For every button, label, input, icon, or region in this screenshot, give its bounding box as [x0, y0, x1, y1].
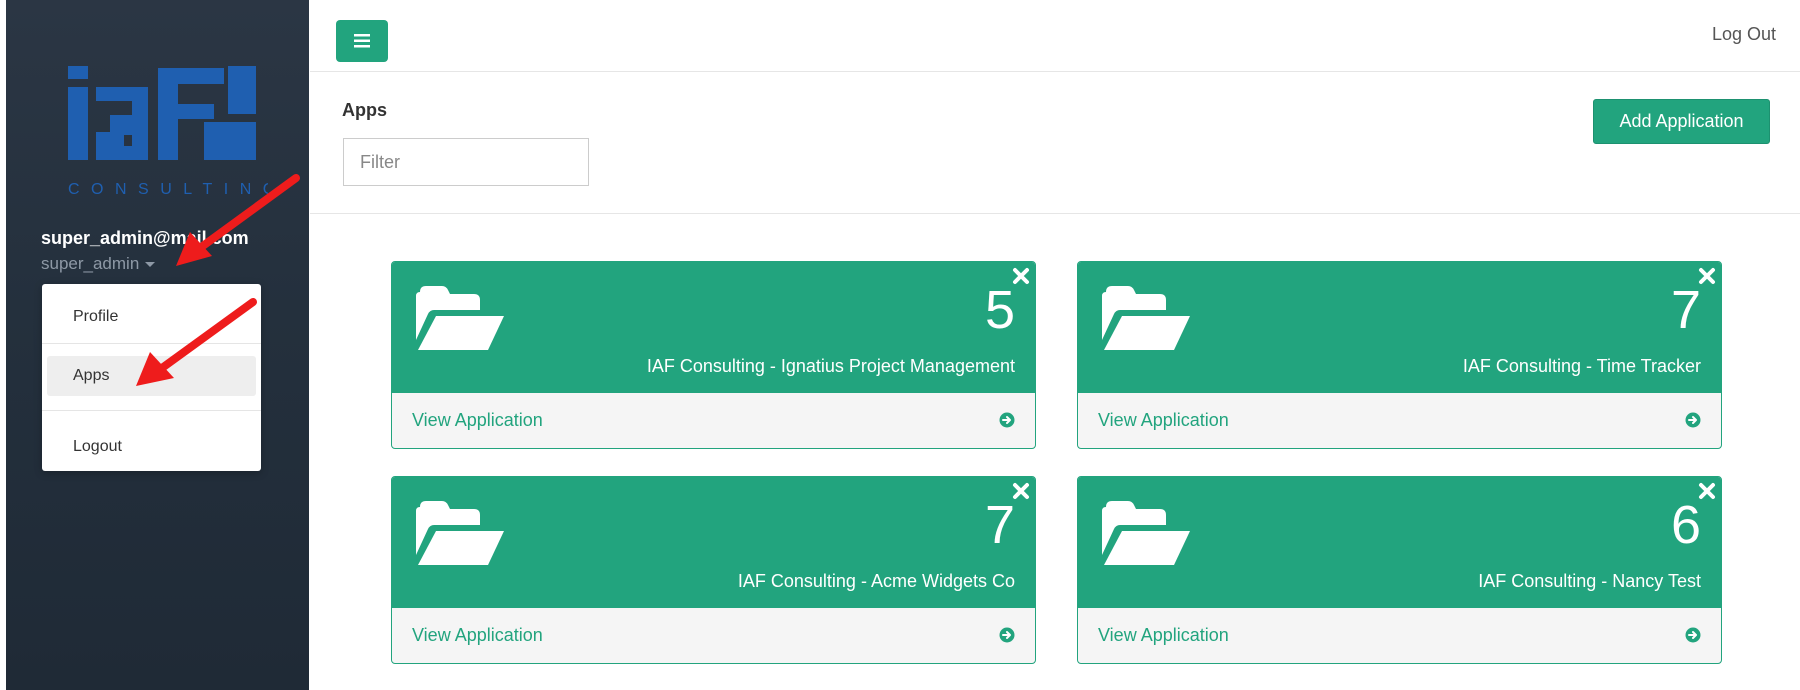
- menu-item-logout[interactable]: Logout: [42, 432, 261, 462]
- user-role-dropdown-toggle[interactable]: super_admin: [41, 254, 156, 274]
- view-application-label: View Application: [412, 410, 543, 430]
- user-dropdown-menu: Profile Apps Logout: [42, 284, 261, 471]
- app-name: IAF Consulting - Time Tracker: [1462, 356, 1701, 376]
- user-email: super_admin@mail.com: [41, 228, 249, 248]
- app-card-header: 6 IAF Consulting - Nancy Test: [1078, 477, 1721, 608]
- top-bar: Log Out: [310, 0, 1800, 72]
- menu-divider: [42, 410, 261, 411]
- menu-item-apps[interactable]: Apps: [47, 356, 256, 396]
- app-card-header: 5 IAF Consulting - Ignatius Project Mana…: [392, 262, 1035, 393]
- hamburger-icon: [354, 34, 370, 48]
- app-card-header: 7 IAF Consulting - Acme Widgets Co: [392, 477, 1035, 608]
- add-application-button[interactable]: Add Application: [1593, 99, 1770, 144]
- app-name: IAF Consulting - Ignatius Project Manage…: [646, 356, 1015, 376]
- app-card-header: 7 IAF Consulting - Time Tracker: [1078, 262, 1721, 393]
- app-card: 7 IAF Consulting - Acme Widgets Co View …: [391, 476, 1036, 664]
- menu-toggle-button[interactable]: [336, 20, 388, 62]
- app-item-count: 6: [1670, 495, 1701, 555]
- view-application-link[interactable]: View Application: [392, 608, 1035, 663]
- view-application-link[interactable]: View Application: [392, 393, 1035, 448]
- page-title: Apps: [342, 100, 387, 120]
- caret-down-icon: [145, 262, 156, 268]
- app-card: 7 IAF Consulting - Time Tracker View App…: [1077, 261, 1722, 449]
- logout-link[interactable]: Log Out: [1712, 24, 1776, 45]
- arrow-circle-right-icon: [999, 412, 1015, 428]
- app-item-count: 7: [984, 495, 1015, 555]
- view-application-label: View Application: [1098, 410, 1229, 430]
- arrow-circle-right-icon: [999, 627, 1015, 643]
- app-card: 5 IAF Consulting - Ignatius Project Mana…: [391, 261, 1036, 449]
- arrow-circle-right-icon: [1685, 412, 1701, 428]
- view-application-link[interactable]: View Application: [1078, 608, 1721, 663]
- app-card: 6 IAF Consulting - Nancy Test View Appli…: [1077, 476, 1722, 664]
- user-role-label: super_admin: [41, 254, 140, 273]
- menu-divider: [42, 343, 261, 344]
- app-name: IAF Consulting - Nancy Test: [1478, 571, 1701, 591]
- folder-open-icon: [1102, 286, 1190, 350]
- app-name: IAF Consulting - Acme Widgets Co: [737, 571, 1015, 591]
- app-item-count: 7: [1670, 280, 1701, 340]
- iaf-consulting-logo: CONSULTING: [68, 66, 268, 198]
- view-application-link[interactable]: View Application: [1078, 393, 1721, 448]
- apps-header: Apps Add Application: [310, 72, 1800, 214]
- folder-open-icon: [416, 501, 504, 565]
- arrow-circle-right-icon: [1685, 627, 1701, 643]
- view-application-label: View Application: [412, 625, 543, 645]
- folder-open-icon: [416, 286, 504, 350]
- logo-subtext: CONSULTING: [68, 181, 268, 198]
- view-application-label: View Application: [1098, 625, 1229, 645]
- app-item-count: 5: [984, 280, 1015, 340]
- menu-item-profile[interactable]: Profile: [42, 302, 261, 332]
- filter-input[interactable]: [343, 138, 589, 186]
- folder-open-icon: [1102, 501, 1190, 565]
